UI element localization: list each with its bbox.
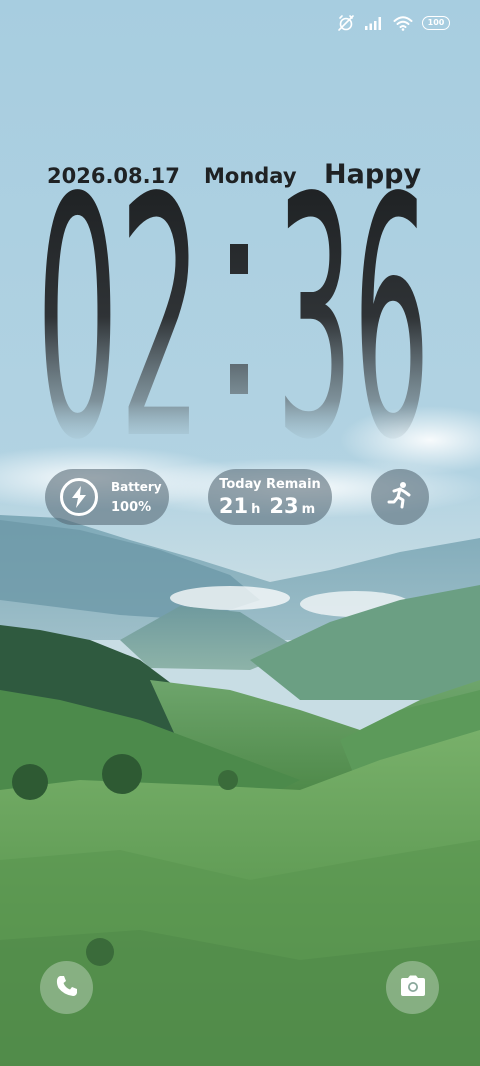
remain-minutes-unit: m bbox=[301, 501, 316, 517]
running-person-icon bbox=[387, 481, 413, 513]
status-bar: 100 bbox=[337, 12, 450, 34]
alarm-off-icon bbox=[337, 14, 355, 32]
today-remain-widget[interactable]: Today Remain 21 h 23 m bbox=[208, 469, 332, 525]
battery-icon: 100 bbox=[422, 16, 450, 30]
battery-value: 100% bbox=[111, 499, 152, 515]
battery-widget[interactable]: Battery 100% bbox=[45, 469, 169, 525]
wifi-icon bbox=[393, 15, 413, 31]
battery-widget-text: Battery 100% bbox=[111, 480, 162, 515]
remain-hours-unit: h bbox=[251, 501, 261, 517]
clock-minutes: 36 bbox=[276, 186, 430, 448]
clock-separator-top bbox=[230, 244, 248, 274]
clock: 02 36 bbox=[36, 186, 430, 448]
signal-icon bbox=[364, 16, 384, 30]
battery-level: 100 bbox=[427, 18, 445, 27]
date: 2026.08.17 bbox=[47, 164, 180, 188]
widget-row: Battery 100% Today Remain 21 h 23 m bbox=[0, 469, 480, 527]
phone-shortcut-button[interactable] bbox=[40, 961, 93, 1014]
weekday: Monday bbox=[204, 164, 297, 188]
camera-icon bbox=[400, 975, 426, 1001]
today-remain-time: 21 h 23 m bbox=[219, 494, 321, 518]
phone-icon bbox=[55, 974, 79, 1002]
activity-widget[interactable] bbox=[371, 469, 429, 525]
clock-hours: 02 bbox=[36, 186, 202, 448]
date-row: 2026.08.17 Monday Happy bbox=[47, 156, 421, 190]
clock-separator-bottom bbox=[230, 364, 248, 394]
lightning-bolt-icon bbox=[60, 478, 98, 516]
remain-minutes: 23 bbox=[269, 493, 299, 518]
camera-shortcut-button[interactable] bbox=[386, 961, 439, 1014]
battery-label: Battery bbox=[111, 479, 162, 494]
lock-screen: 100 2026.08.17 Monday Happy 02 36 Batter… bbox=[0, 0, 480, 1066]
remain-hours: 21 bbox=[218, 493, 249, 518]
today-remain-title: Today Remain bbox=[219, 476, 321, 492]
